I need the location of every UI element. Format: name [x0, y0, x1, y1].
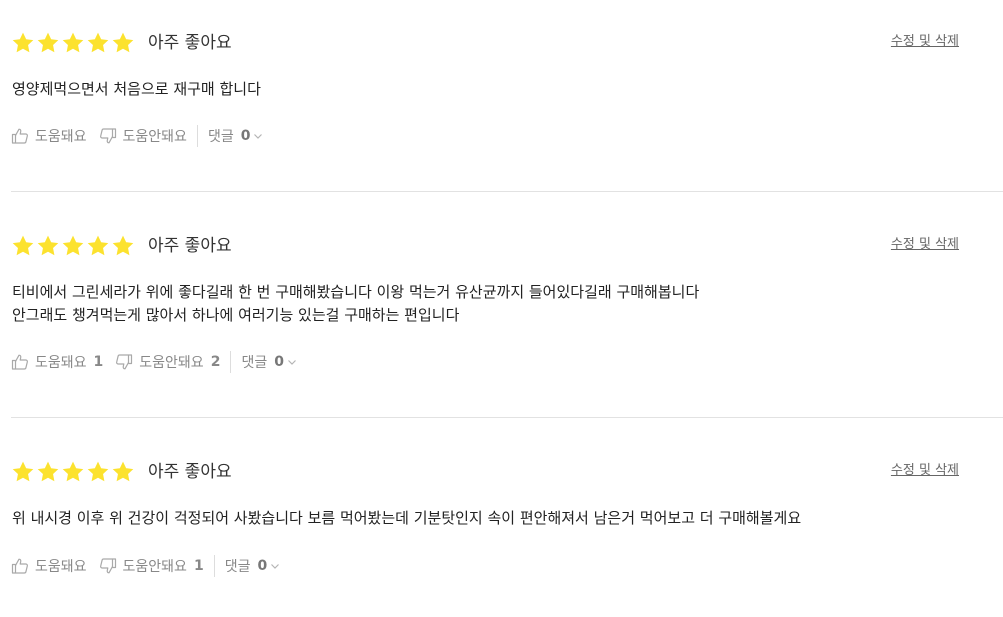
reply-label: 댓글: [207, 129, 234, 145]
star-icon: [86, 460, 110, 484]
reply-count: 0: [240, 128, 251, 144]
review-header: 아주 좋아요 수정 및 삭제: [0, 459, 1003, 485]
star-icon: [61, 234, 85, 258]
review-text-line: 영양제먹으면서 처음으로 재구매 합니다: [12, 80, 261, 98]
review-divider: [11, 417, 1003, 418]
thumbs-up-icon: [11, 127, 29, 145]
edit-delete-link[interactable]: 수정 및 삭제: [891, 236, 959, 254]
helpful-button[interactable]: 도움돼요: [11, 556, 87, 576]
not-helpful-label: 도움안돼요: [122, 129, 187, 145]
rating-label: 아주 좋아요: [148, 462, 232, 482]
star-rating: [11, 234, 136, 258]
edit-delete-link[interactable]: 수정 및 삭제: [891, 462, 959, 480]
thumbs-down-icon: [99, 127, 117, 145]
star-icon: [11, 234, 35, 258]
action-separator: [230, 351, 232, 373]
review-text-line: 티비에서 그린세라가 위에 좋다길래 한 번 구매해봤습니다 이왕 먹는거 유산…: [12, 283, 700, 301]
review-header: 아주 좋아요 수정 및 삭제: [0, 233, 1003, 259]
star-icon: [86, 31, 110, 55]
not-helpful-count: 2: [210, 354, 221, 370]
star-icon: [61, 460, 85, 484]
chevron-down-icon: [287, 357, 297, 367]
star-icon: [111, 460, 135, 484]
star-icon: [86, 234, 110, 258]
reply-toggle[interactable]: 댓글 0: [225, 556, 281, 576]
chevron-down-icon: [270, 561, 280, 571]
helpful-button[interactable]: 도움돼요: [11, 126, 87, 146]
thumbs-down-icon: [115, 353, 133, 371]
star-icon: [61, 31, 85, 55]
thumbs-down-icon: [99, 557, 117, 575]
rating-label: 아주 좋아요: [148, 236, 232, 256]
review-header: 아주 좋아요 수정 및 삭제: [0, 30, 1003, 56]
thumbs-up-icon: [11, 353, 29, 371]
not-helpful-button[interactable]: 도움안돼요: [99, 126, 187, 146]
helpful-label: 도움돼요: [35, 355, 87, 371]
not-helpful-count: 1: [193, 558, 204, 574]
not-helpful-label: 도움안돼요: [122, 559, 187, 575]
edit-delete-link[interactable]: 수정 및 삭제: [891, 33, 959, 51]
reply-toggle[interactable]: 댓글 0: [208, 126, 264, 146]
review-actions: 도움돼요 도움안돼요 1 댓글 0: [11, 555, 280, 577]
review-divider: [11, 191, 1003, 192]
star-rating: [11, 460, 136, 484]
reply-label: 댓글: [224, 559, 251, 575]
helpful-count: 1: [93, 354, 104, 370]
review-text-line: 안그래도 챙겨먹는게 많아서 하나에 여러기능 있는걸 구매하는 편입니다: [12, 306, 460, 324]
star-icon: [36, 234, 60, 258]
reply-toggle[interactable]: 댓글 0: [241, 352, 297, 372]
star-rating: [11, 31, 136, 55]
reply-count: 0: [257, 558, 268, 574]
helpful-button[interactable]: 도움돼요 1: [11, 352, 103, 372]
star-icon: [36, 31, 60, 55]
chevron-down-icon: [253, 131, 263, 141]
star-icon: [111, 31, 135, 55]
review-text: 티비에서 그린세라가 위에 좋다길래 한 번 구매해봤습니다 이왕 먹는거 유산…: [12, 281, 699, 327]
review-actions: 도움돼요 도움안돼요 댓글 0: [11, 125, 263, 147]
not-helpful-label: 도움안돼요: [139, 355, 204, 371]
reply-label: 댓글: [241, 355, 268, 371]
star-icon: [36, 460, 60, 484]
helpful-label: 도움돼요: [35, 559, 87, 575]
star-icon: [11, 460, 35, 484]
thumbs-up-icon: [11, 557, 29, 575]
action-separator: [213, 555, 215, 577]
reply-count: 0: [274, 354, 284, 370]
action-separator: [196, 125, 198, 147]
review-text: 영양제먹으면서 처음으로 재구매 합니다: [12, 78, 261, 101]
star-icon: [111, 234, 135, 258]
helpful-label: 도움돼요: [35, 129, 87, 145]
star-icon: [11, 31, 35, 55]
rating-label: 아주 좋아요: [148, 33, 232, 53]
review-text: 위 내시경 이후 위 건강이 걱정되어 사봤습니다 보름 먹어봤는데 기분탓인지…: [12, 507, 801, 530]
not-helpful-button[interactable]: 도움안돼요 2: [115, 352, 220, 372]
review-text-line: 위 내시경 이후 위 건강이 걱정되어 사봤습니다 보름 먹어봤는데 기분탓인지…: [12, 509, 802, 527]
review-actions: 도움돼요 1 도움안돼요 2 댓글 0: [11, 351, 297, 373]
not-helpful-button[interactable]: 도움안돼요 1: [99, 556, 204, 576]
